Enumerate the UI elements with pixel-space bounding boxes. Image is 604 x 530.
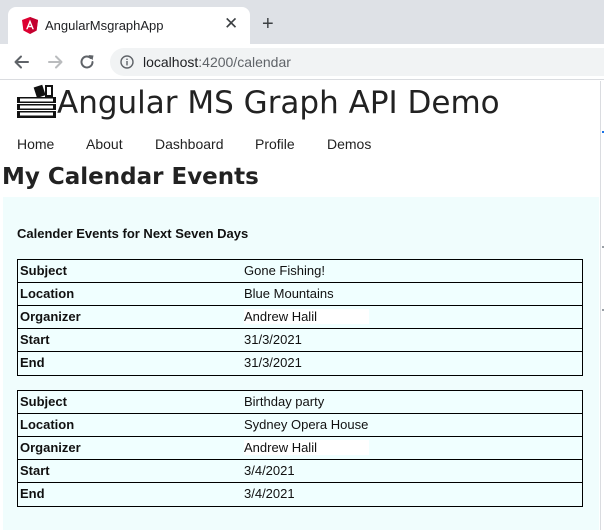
event-row-end: End 31/3/2021: [18, 352, 582, 375]
nav-item-profile[interactable]: Profile: [255, 136, 295, 152]
browser-tab[interactable]: AngularMsgraphApp ✕: [8, 7, 250, 44]
event-end: 3/4/2021: [244, 486, 295, 501]
nav-item-home[interactable]: Home: [17, 136, 54, 152]
event-organizer: Andrew Halil: [244, 309, 369, 324]
field-label: Start: [20, 463, 50, 478]
url-text[interactable]: localhost:4200/calendar: [143, 54, 291, 70]
event-end: 31/3/2021: [244, 355, 302, 370]
event-row-organizer: Organizer Andrew Halil: [18, 306, 582, 329]
field-label: Organizer: [20, 309, 81, 324]
event-start: 31/3/2021: [244, 332, 302, 347]
event-location: Blue Mountains: [244, 286, 334, 301]
nav-item-demos[interactable]: Demos: [327, 136, 371, 152]
event-row-organizer: Organizer Andrew Halil: [18, 437, 582, 460]
event-subject: Gone Fishing!: [244, 263, 325, 278]
page-title: My Calendar Events: [2, 164, 259, 190]
event-start: 3/4/2021: [244, 463, 295, 478]
app-title: Angular MS Graph API Demo: [57, 85, 500, 121]
forward-arrow-icon[interactable]: [45, 52, 65, 72]
event-organizer: Andrew Halil: [244, 440, 369, 455]
event-card: Subject Gone Fishing! Location Blue Moun…: [17, 259, 583, 376]
browser-toolbar: localhost:4200/calendar: [0, 44, 604, 80]
event-card: Subject Birthday party Location Sydney O…: [17, 390, 583, 507]
event-row-subject: Subject Birthday party: [18, 391, 582, 414]
event-row-location: Location Blue Mountains: [18, 283, 582, 306]
section-title: Calender Events for Next Seven Days: [17, 226, 249, 241]
books-icon: [17, 84, 56, 118]
window-edge: [600, 81, 604, 530]
nav-item-dashboard[interactable]: Dashboard: [155, 136, 224, 152]
event-row-start: Start 31/3/2021: [18, 329, 582, 352]
event-row-end: End 3/4/2021: [18, 483, 582, 506]
field-label: Location: [20, 286, 75, 301]
event-row-location: Location Sydney Opera House: [18, 414, 582, 437]
field-label: Subject: [20, 263, 67, 278]
field-label: Organizer: [20, 440, 81, 455]
field-label: End: [20, 486, 45, 501]
angular-favicon: [22, 17, 38, 34]
browser-tab-strip: AngularMsgraphApp ✕ +: [0, 0, 604, 44]
event-row-subject: Subject Gone Fishing!: [18, 260, 582, 283]
event-row-start: Start 3/4/2021: [18, 460, 582, 483]
calendar-panel: Calender Events for Next Seven Days Subj…: [3, 197, 599, 530]
plus-icon[interactable]: +: [262, 14, 274, 34]
field-label: Start: [20, 332, 50, 347]
event-subject: Birthday party: [244, 394, 325, 409]
reload-icon[interactable]: [77, 52, 97, 72]
close-icon[interactable]: ✕: [224, 15, 238, 33]
info-icon[interactable]: [120, 55, 134, 69]
field-label: Subject: [20, 394, 67, 409]
field-label: Location: [20, 417, 75, 432]
address-bar[interactable]: localhost:4200/calendar: [110, 48, 604, 76]
back-arrow-icon[interactable]: [12, 52, 32, 72]
tab-title: AngularMsgraphApp: [45, 18, 164, 33]
page-content: Angular MS Graph API Demo Home About Das…: [0, 81, 600, 530]
field-label: End: [20, 355, 45, 370]
event-location: Sydney Opera House: [244, 417, 369, 432]
nav-item-about[interactable]: About: [86, 136, 123, 152]
